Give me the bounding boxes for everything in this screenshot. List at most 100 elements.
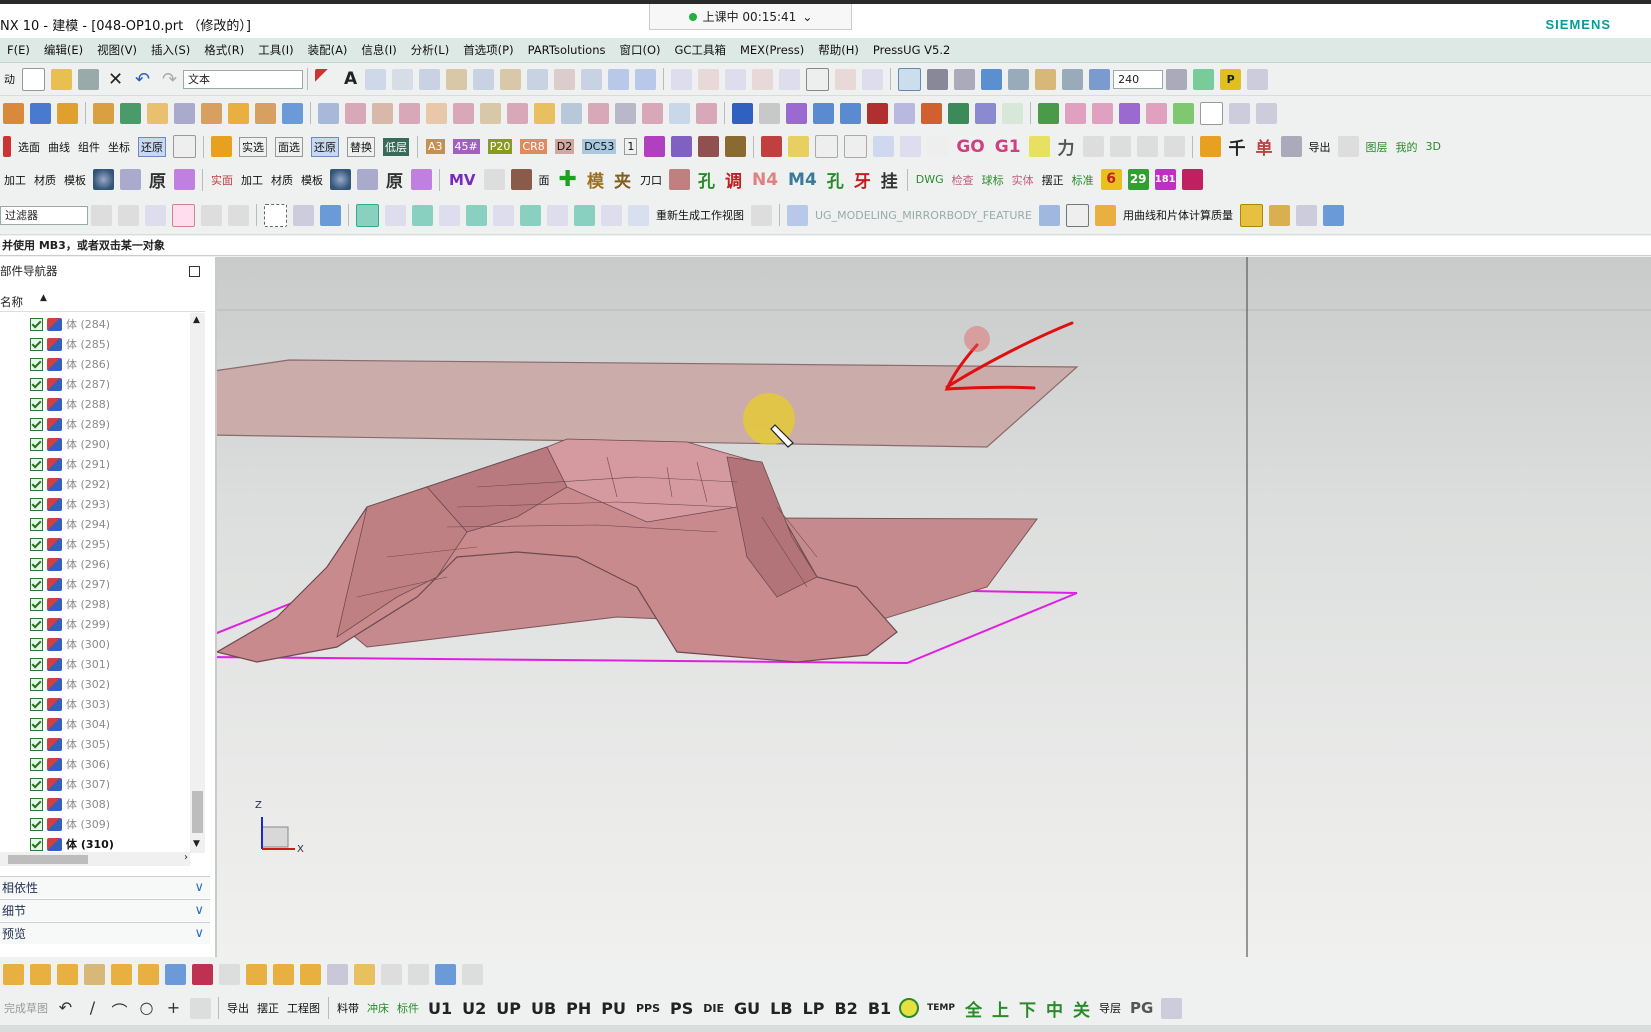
solid-color-button[interactable]: 实面: [211, 172, 233, 188]
list-item[interactable]: 体 (307): [30, 774, 190, 794]
feature-12-icon[interactable]: [615, 102, 636, 124]
intersect-snap-icon[interactable]: [439, 204, 460, 226]
spring-icon[interactable]: [1038, 102, 1059, 124]
ps-button[interactable]: PS: [670, 999, 693, 1018]
update-display-icon[interactable]: [844, 135, 868, 158]
material-dc53-button[interactable]: DC53: [582, 139, 617, 154]
safety-icon[interactable]: [1146, 102, 1167, 124]
checkbox-icon[interactable]: [30, 357, 43, 371]
layer-visible-icon[interactable]: [1193, 68, 1215, 90]
hole2-icon[interactable]: 孔: [827, 167, 844, 192]
feature-11-icon[interactable]: [588, 102, 609, 124]
guide-layer-button[interactable]: 导层: [1099, 1000, 1121, 1016]
new-file-icon[interactable]: [22, 67, 45, 91]
list-item[interactable]: 体 (285): [30, 334, 190, 354]
mold-7-icon[interactable]: [894, 102, 915, 124]
monitor-icon[interactable]: [1247, 68, 1269, 90]
checkbox-icon[interactable]: [30, 497, 43, 511]
revolve-icon[interactable]: [635, 68, 657, 90]
constraint-icon[interactable]: [147, 102, 168, 124]
control-point-icon[interactable]: [412, 204, 433, 226]
layer-settings-icon[interactable]: [1166, 68, 1188, 90]
material-1-button[interactable]: 1: [624, 138, 638, 155]
temp-button[interactable]: TEMP: [927, 1003, 955, 1013]
mold-2-icon[interactable]: [759, 102, 780, 124]
extrude-icon[interactable]: [608, 68, 630, 90]
sketch-line-icon[interactable]: /: [82, 998, 103, 1019]
adjust-icon[interactable]: 调: [725, 167, 742, 192]
lower-button[interactable]: 下: [1019, 996, 1036, 1021]
checkbox-icon[interactable]: [30, 657, 43, 671]
horizontal-scrollbar[interactable]: ›: [0, 852, 190, 866]
lp-button[interactable]: LP: [803, 999, 825, 1018]
align-button[interactable]: 摆正: [257, 1000, 279, 1016]
feature-3-icon[interactable]: [372, 102, 393, 124]
extract-curve-icon[interactable]: [527, 68, 549, 90]
orient-view-icon[interactable]: [1008, 68, 1030, 90]
scroll-right-icon[interactable]: ›: [184, 852, 188, 863]
more-tools-icon[interactable]: [462, 963, 483, 985]
book-icon[interactable]: [1269, 204, 1291, 226]
bridge-curve-icon[interactable]: [446, 68, 468, 90]
template2-button[interactable]: 模板: [301, 172, 323, 188]
snap-tool-icon[interactable]: [228, 204, 249, 226]
menu-file[interactable]: F(E): [0, 43, 37, 57]
diamond2-icon[interactable]: [1199, 136, 1221, 157]
feature-9-icon[interactable]: [534, 102, 555, 124]
replace-face-icon[interactable]: [435, 963, 456, 985]
layer-switch-button[interactable]: 图层: [1366, 139, 1388, 155]
one-eight-one-icon[interactable]: 181: [1154, 169, 1176, 190]
export2-button[interactable]: 导出: [227, 1000, 249, 1016]
profile-icon[interactable]: ↶: [55, 998, 76, 1019]
sketch-icon[interactable]: [3, 963, 24, 985]
list-item[interactable]: 体 (301): [30, 654, 190, 674]
menu-assembly[interactable]: 装配(A): [301, 42, 355, 58]
checkbox-icon[interactable]: [30, 437, 43, 451]
mold-1-icon[interactable]: [732, 102, 753, 124]
blank-sheet-icon[interactable]: [1200, 101, 1223, 125]
checkbox-icon[interactable]: [30, 717, 43, 731]
press-button[interactable]: 冲床: [367, 1000, 389, 1016]
p-plugin-icon[interactable]: P: [1220, 68, 1242, 90]
start-menu[interactable]: 动: [4, 71, 15, 87]
zoom-combo[interactable]: 240: [1113, 69, 1164, 89]
checkbox-icon[interactable]: [30, 677, 43, 691]
fillet-curve-icon[interactable]: [752, 68, 774, 90]
list-item[interactable]: 体 (299): [30, 614, 190, 634]
list-item[interactable]: 体 (288): [30, 394, 190, 414]
gear-icon[interactable]: [174, 169, 195, 190]
arc-icon[interactable]: [315, 68, 336, 90]
trim-body-icon[interactable]: [246, 963, 267, 985]
checkbox-icon[interactable]: [30, 337, 43, 351]
checkbox-icon[interactable]: [30, 477, 43, 491]
checkbox-icon[interactable]: [30, 457, 43, 471]
grid-icon[interactable]: [873, 136, 895, 157]
mesh-icon[interactable]: [751, 204, 772, 226]
plus-icon[interactable]: [725, 68, 747, 90]
list-item[interactable]: 体 (295): [30, 534, 190, 554]
calc-mass-button[interactable]: 用曲线和片体计算质量: [1123, 207, 1233, 223]
shaded-icon[interactable]: [927, 68, 949, 90]
solid-select-button[interactable]: 实选: [239, 136, 267, 157]
list-item[interactable]: 体 (290): [30, 434, 190, 454]
layer-stack-icon[interactable]: [57, 102, 78, 124]
folder-solid-icon[interactable]: [255, 102, 276, 124]
export-button[interactable]: 导出: [1309, 139, 1331, 155]
template-button[interactable]: 模板: [64, 172, 86, 188]
list-item[interactable]: 体 (310): [30, 834, 190, 854]
menu-edit[interactable]: 编辑(E): [37, 42, 90, 58]
offset-curve-icon[interactable]: [419, 68, 441, 90]
force-icon[interactable]: 力: [1058, 134, 1075, 159]
snap-point-icon[interactable]: [172, 203, 195, 227]
cube-red-icon[interactable]: [761, 136, 783, 157]
checkbox-icon[interactable]: [30, 577, 43, 591]
scroll-down-icon[interactable]: ▼: [193, 839, 200, 849]
corner-icon[interactable]: [779, 68, 801, 90]
vertical-scrollbar[interactable]: ▲ ▼: [190, 313, 205, 853]
menu-gc-toolbox[interactable]: GC工具箱: [668, 42, 733, 58]
sketch-arc-icon[interactable]: ⌒: [109, 998, 130, 1021]
up-button[interactable]: UP: [496, 999, 521, 1018]
wireframe-icon[interactable]: [954, 68, 976, 90]
checkbox-icon[interactable]: [30, 317, 43, 331]
line-icon[interactable]: [698, 68, 720, 90]
